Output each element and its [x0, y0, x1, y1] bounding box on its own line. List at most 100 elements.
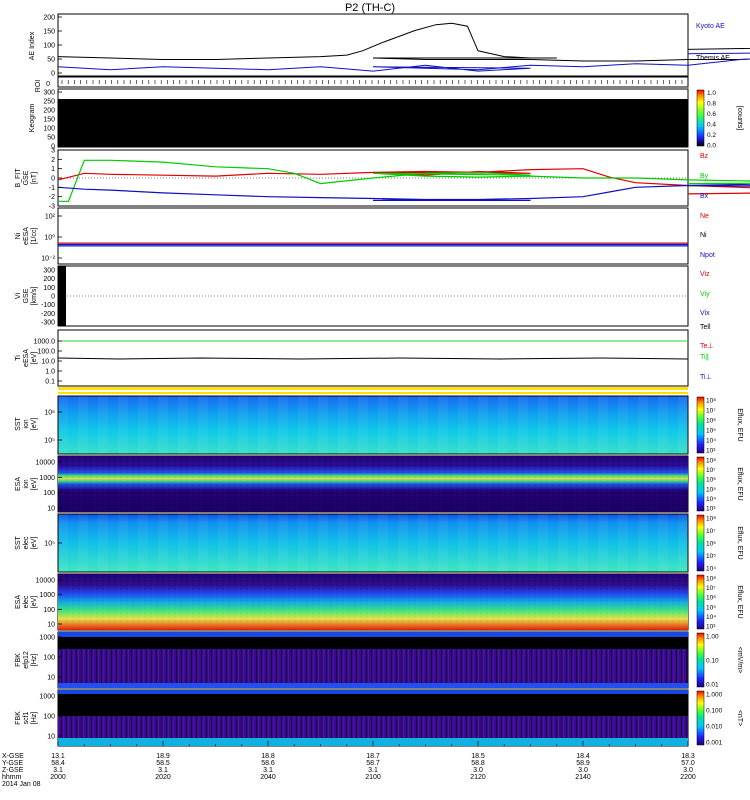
xaxis-col-4-row-0: 18.5	[471, 753, 485, 760]
colorbar-9-tick-1: 10⁷	[706, 528, 716, 535]
legend-npot: Npot	[700, 252, 715, 259]
b-tick-4: -1	[49, 185, 55, 192]
colorbar-8-tick-4: 10⁴	[706, 496, 716, 503]
xaxis-col-3-row-1: 58.7	[366, 760, 380, 767]
xaxis-row-label-3: hhmm	[2, 774, 22, 781]
t-ylabel2: eESA	[23, 349, 30, 367]
colorbar-7-tick-0: 10⁸	[706, 398, 716, 405]
v-ylabel3: [km/s]	[31, 287, 38, 306]
keogram-cb-tick-5: 0.0	[707, 143, 716, 150]
colorbar-12-tick-3: 0.001	[706, 740, 723, 747]
xaxis-col-2-row-1: 58.6	[261, 760, 275, 767]
xaxis-col-3-row-2: 3.1	[368, 767, 378, 774]
xaxis-row-label-0: X-GSE	[2, 753, 24, 760]
keogram-colorbar	[696, 89, 705, 147]
v-ylabel: Vi	[15, 293, 22, 300]
xaxis-col-0-row-2: 3.1	[53, 767, 63, 774]
keogram-tick-2: 200	[43, 108, 55, 115]
panel-sst-ion: 10⁶ 10⁵ SST ion [eV]	[15, 395, 689, 455]
v-tick-5: -200	[41, 311, 55, 318]
xaxis-col-6-row-0: 18.3	[681, 753, 695, 760]
n-tick-1: 10⁰	[44, 234, 55, 242]
colorbar-10-tick-2: 10⁶	[706, 595, 716, 602]
fbk-e12-ylabel3: [Hz]	[31, 654, 38, 667]
panel-fbk-e12: 1000 100 10 FBK efp12 [Hz]	[15, 631, 689, 689]
legend-viz: Viz	[700, 271, 710, 278]
esa-ion-ylabel: ESA	[15, 477, 22, 491]
colorbar-8-tick-3: 10⁵	[706, 486, 716, 493]
roi-tick: 0	[46, 81, 50, 88]
colorbar-8-tick-1: 10⁷	[706, 467, 716, 474]
colorbar-10-tick-5: 10³	[706, 624, 716, 631]
colorbar-8-tick-2: 10⁶	[706, 477, 716, 484]
v-tick-2: 100	[43, 285, 55, 292]
b-tick-6: -3	[49, 204, 55, 211]
colorbar-12-tick-1: 0.100	[706, 708, 723, 715]
keogram-tick-0: 300	[43, 90, 55, 97]
ae-tick-3: 50	[47, 57, 55, 64]
legend-themis-ae: Themis AE	[696, 55, 730, 62]
xaxis-row-label-1: Y-GSE	[2, 760, 23, 767]
xaxis-col-6-row-2: 3.0	[683, 767, 693, 774]
legend-ni: Ni	[700, 232, 707, 239]
esa-ion-tick-0: 10000	[36, 460, 56, 467]
colorbar-9-tick-2: 10⁶	[706, 541, 716, 548]
esa-elec-ylabel: ESA	[15, 595, 22, 609]
colorbar-12	[696, 690, 705, 746]
t-tick-2: 10.0	[41, 359, 55, 366]
t-ylabel: Ti	[15, 355, 22, 361]
t-tick-3: 1.0	[45, 369, 55, 376]
colorbar-7-tick-4: 10⁴	[706, 438, 716, 445]
xaxis-col-4-row-1: 58.8	[471, 760, 485, 767]
keogram-ylabel: Keogram	[29, 104, 36, 133]
sst-ion-ylabel2: ion	[23, 419, 30, 428]
colorbar-7-tick-5: 10³	[706, 448, 716, 455]
xaxis-col-2-row-3: 2040	[260, 774, 276, 781]
esa-elec-tick-0: 10000	[36, 578, 56, 585]
v-tick-6: -300	[41, 320, 55, 327]
ae-tick-1: 150	[43, 29, 55, 36]
sst-ion-ylabel: SST	[15, 416, 22, 430]
colorbar-11	[696, 632, 705, 688]
n-tick-0: 10²	[45, 214, 56, 221]
sst-elec-ylabel2: elec	[23, 536, 30, 549]
n-tick-2: 10⁻²	[41, 256, 55, 263]
colorbar-9-label: Eflux, EFU	[736, 526, 743, 559]
colorbar-8-label: Eflux, EFU	[736, 467, 743, 500]
t-tick-0: 1000.0	[34, 339, 56, 346]
sst-ion-ylabel3: [eV]	[31, 418, 38, 431]
colorbar-10-tick-1: 10⁷	[706, 585, 716, 592]
t-tick-4: 0.1	[45, 379, 55, 386]
xaxis-col-3-row-0: 18.7	[366, 753, 380, 760]
esa-ion-tick-1: 1000	[39, 475, 55, 482]
xaxis-col-4-row-3: 2120	[470, 774, 486, 781]
keogram-tick-4: 100	[43, 126, 55, 133]
xaxis-col-5-row-1: 58.9	[576, 760, 590, 767]
b-tick-3: 0	[51, 176, 55, 183]
sst-elec-ylabel3: [eV]	[31, 537, 38, 550]
xaxis-col-4-row-2: 3.0	[473, 767, 483, 774]
panel-esa-elec: 10000 1000 100 10 ESA elec [eV]	[15, 573, 689, 631]
colorbar-10	[696, 574, 705, 630]
colorbar-8	[696, 456, 705, 512]
esa-elec-tick-1: 1000	[39, 592, 55, 599]
colorbar-11-tick-0: 1.00	[706, 634, 719, 641]
fbk-e12-ylabel: FBK	[15, 653, 22, 667]
panel-velocity: 300200 100 0-100 -200 -300 Vi GSE [km/s] Viz…	[15, 265, 711, 331]
legend-by: By	[700, 173, 709, 180]
colorbar-8-tick-0: 10⁸	[706, 458, 716, 465]
b-tick-5: -2	[49, 194, 55, 201]
sst-elec-ylabel: SST	[15, 535, 22, 549]
colorbar-7-label: Eflux, EFU	[736, 408, 743, 441]
keogram-tick-5: 50	[47, 135, 55, 142]
v-tick-1: 200	[43, 276, 55, 283]
legend-te-perp: Te⊥	[700, 343, 714, 350]
legend-bx: Bx	[700, 193, 709, 200]
panel-density: 10² 10⁰ 10⁻² Ni eESA [1/cc] Ne Ni Npot	[15, 207, 715, 265]
colorbar-12-tick-0: 1.000	[706, 692, 723, 699]
v-tick-0: 300	[43, 268, 55, 275]
xaxis-col-1-row-2: 3.1	[158, 767, 168, 774]
legend-vix: Vix	[700, 310, 710, 317]
keogram-cb-tick-0: 1.0	[707, 90, 716, 97]
colorbar-7-tick-1: 10⁷	[706, 408, 716, 415]
